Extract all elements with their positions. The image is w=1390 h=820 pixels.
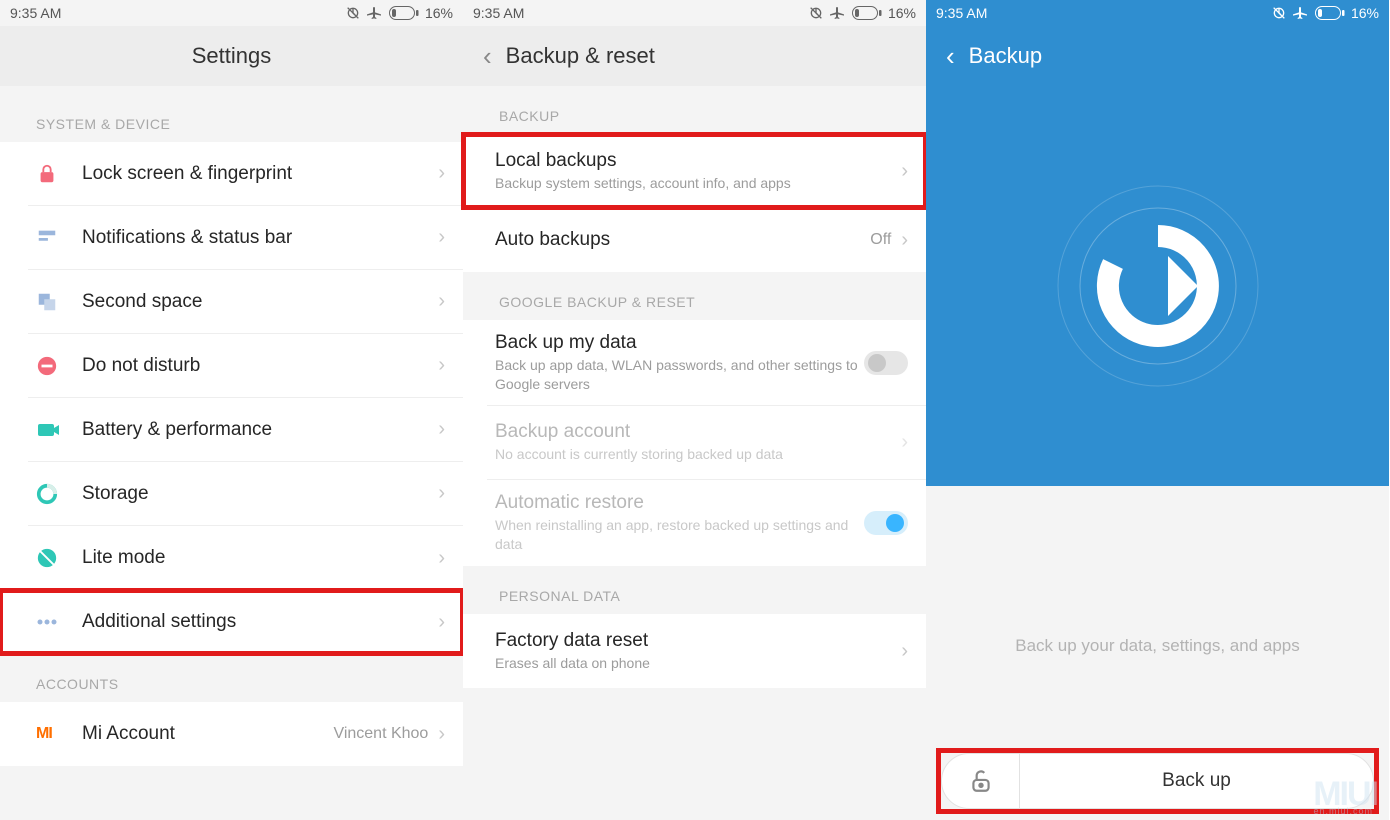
toggle-backup-data[interactable]	[864, 351, 908, 375]
status-bar: 9:35 AM 16%	[463, 0, 926, 26]
status-time: 9:35 AM	[936, 5, 987, 21]
row-backup-account: Backup account No account is currently s…	[487, 406, 926, 480]
battery-icon	[389, 6, 419, 20]
row-local-backups[interactable]: Local backups Backup system settings, ac…	[487, 134, 926, 208]
chevron-right-icon: ›	[901, 160, 908, 183]
row-additional-settings[interactable]: Additional settings ›	[28, 590, 463, 654]
refresh-circle-icon	[1048, 176, 1268, 396]
lock-icon	[36, 163, 82, 185]
page-title: Backup & reset	[506, 43, 655, 69]
status-bar: 9:35 AM 16%	[926, 0, 1389, 26]
status-right: 16%	[808, 5, 916, 21]
chevron-right-icon: ›	[901, 431, 908, 454]
row-lite-mode[interactable]: Lite mode ›	[28, 526, 463, 590]
row-mi-account[interactable]: MI Mi Account Vincent Khoo ›	[28, 702, 463, 766]
row-factory-reset[interactable]: Factory data reset Erases all data on ph…	[487, 614, 926, 688]
back-icon[interactable]: ‹	[946, 41, 955, 72]
storage-icon	[36, 483, 82, 505]
chevron-right-icon: ›	[438, 482, 445, 505]
chevron-right-icon: ›	[901, 229, 908, 252]
mi-account-value: Vincent Khoo	[333, 725, 428, 743]
auto-backup-value: Off	[870, 231, 891, 249]
chevron-right-icon: ›	[901, 640, 908, 663]
battery-pct: 16%	[1351, 5, 1379, 21]
row-dnd[interactable]: Do not disturb ›	[28, 334, 463, 398]
more-icon	[36, 618, 82, 626]
vibrate-icon	[345, 5, 361, 21]
section-header-personal: PERSONAL DATA	[463, 566, 926, 614]
vibrate-icon	[1271, 5, 1287, 21]
mi-logo-icon: MI	[36, 725, 82, 743]
section-header-system: SYSTEM & DEVICE	[0, 94, 463, 142]
row-backup-my-data[interactable]: Back up my data Back up app data, WLAN p…	[487, 320, 926, 406]
dnd-icon	[36, 355, 82, 377]
battery-pct: 16%	[888, 5, 916, 21]
section-header-backup: BACKUP	[463, 86, 926, 134]
vibrate-icon	[808, 5, 824, 21]
leaf-icon	[36, 547, 82, 569]
chevron-right-icon: ›	[438, 226, 445, 249]
backup-hero	[926, 86, 1389, 486]
status-time: 9:35 AM	[473, 5, 524, 21]
section-header-google: GOOGLE BACKUP & RESET	[463, 272, 926, 320]
backup-action-area: Back up	[938, 750, 1377, 812]
battery-icon	[852, 6, 882, 20]
chevron-right-icon: ›	[438, 354, 445, 377]
status-right: 16%	[1271, 5, 1379, 21]
toggle-auto-restore	[864, 511, 908, 535]
battery-pct: 16%	[425, 5, 453, 21]
duplicate-icon	[36, 291, 82, 313]
row-storage[interactable]: Storage ›	[28, 462, 463, 526]
chevron-right-icon: ›	[438, 611, 445, 634]
airplane-icon	[1293, 5, 1309, 21]
chevron-right-icon: ›	[438, 547, 445, 570]
airplane-icon	[830, 5, 846, 21]
row-battery[interactable]: Battery & performance ›	[28, 398, 463, 462]
unlock-icon	[968, 768, 994, 794]
row-auto-backups[interactable]: Auto backups Off ›	[487, 208, 926, 272]
chevron-right-icon: ›	[438, 290, 445, 313]
title-bar: ‹ Backup	[926, 26, 1389, 86]
screen-backup-reset: 9:35 AM 16% ‹ Backup & reset BACKUP Loca…	[463, 0, 926, 820]
battery-icon	[1315, 6, 1345, 20]
screen-backup: 9:35 AM 16% ‹ Backup Back up your data, …	[926, 0, 1389, 820]
page-title: Settings	[192, 43, 272, 69]
status-right: 16%	[345, 5, 453, 21]
statusbar-icon	[36, 227, 82, 249]
chevron-right-icon: ›	[438, 418, 445, 441]
back-icon[interactable]: ‹	[483, 41, 492, 72]
status-bar: 9:35 AM 16%	[0, 0, 463, 26]
chevron-right-icon: ›	[438, 723, 445, 746]
backup-hint: Back up your data, settings, and apps	[926, 636, 1389, 656]
airplane-icon	[367, 5, 383, 21]
title-bar: ‹ Backup & reset	[463, 26, 926, 86]
row-second-space[interactable]: Second space ›	[28, 270, 463, 334]
unlock-button[interactable]	[942, 754, 1020, 808]
screen-settings: 9:35 AM 16% Settings SYSTEM & DEVICE Loc…	[0, 0, 463, 820]
row-auto-restore: Automatic restore When reinstalling an a…	[487, 480, 926, 566]
status-time: 9:35 AM	[10, 5, 61, 21]
backup-button[interactable]: Back up	[1020, 754, 1373, 808]
row-lock-screen[interactable]: Lock screen & fingerprint ›	[28, 142, 463, 206]
title-bar: Settings	[0, 26, 463, 86]
chevron-right-icon: ›	[438, 162, 445, 185]
page-title: Backup	[969, 43, 1042, 69]
section-header-accounts: ACCOUNTS	[0, 654, 463, 702]
row-notifications[interactable]: Notifications & status bar ›	[28, 206, 463, 270]
camera-icon	[36, 419, 82, 441]
